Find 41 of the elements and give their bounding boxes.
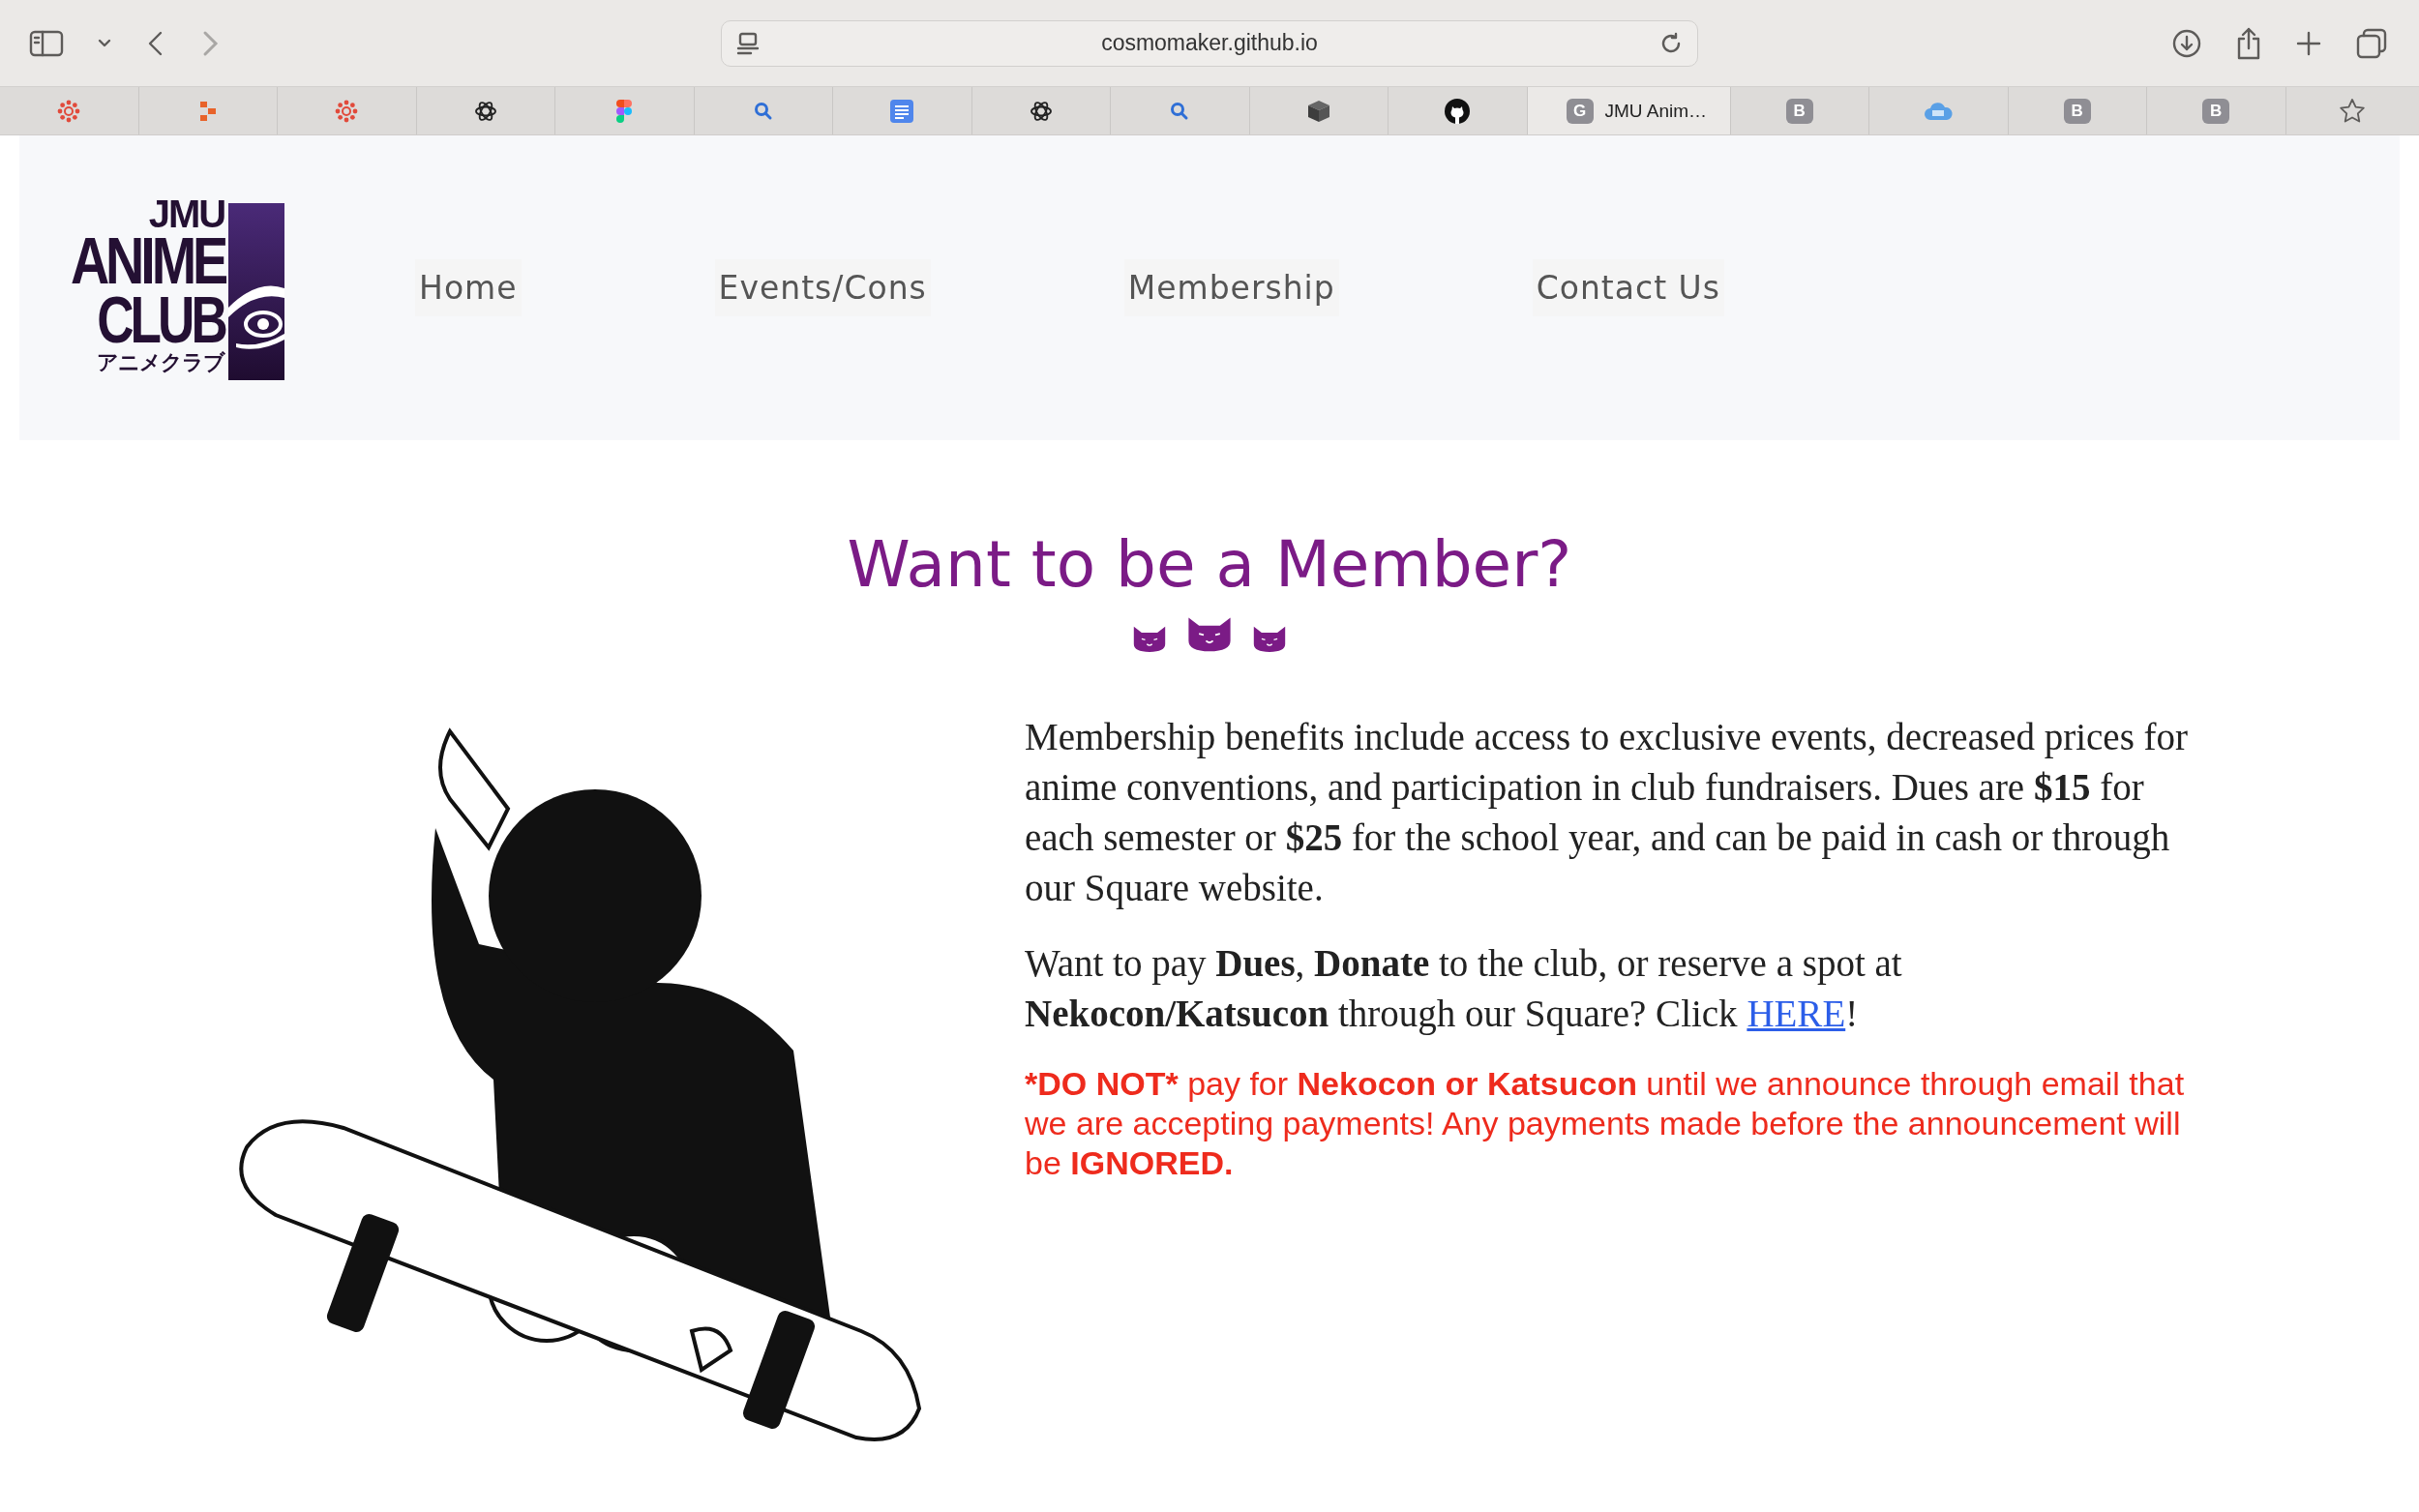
page-icon (735, 30, 761, 56)
letter-badge-icon: B (1785, 98, 1813, 124)
circle-dots-icon (334, 98, 360, 124)
blocks-icon (197, 100, 218, 122)
cat-face-icon (1186, 615, 1233, 653)
nav-link[interactable]: Events/Cons (714, 259, 931, 316)
favorites-star-icon[interactable] (2339, 97, 2367, 125)
letter-badge-icon: B (2202, 98, 2230, 124)
logo-text: ANIME (70, 230, 225, 290)
sidebar-icon[interactable] (29, 28, 64, 58)
here-link[interactable]: HERE (1747, 993, 1846, 1035)
cloud-icon (1923, 100, 1955, 122)
letter-badge-icon: G (1566, 98, 1594, 124)
address-bar[interactable]: cosmomaker.github.io (721, 19, 1698, 67)
chevron-down-icon[interactable] (97, 37, 112, 49)
search-icon (1170, 101, 1190, 121)
warning-notice: *DO NOT* pay for Nekocon or Katsucon until we announce through email that we are accepting payments! Any payments made before the announcement will be IGNORED. (1025, 1064, 2186, 1184)
body-paragraph: Membership benefits include access to exclusive events, decreased prices for anime conventions, and participation in club fundraisers. Dues are $15 for each semester or $25 for the school year, and can be paid in cash or through our Square website. (1025, 715, 2190, 911)
nav-link[interactable]: Home (415, 259, 522, 316)
cube-icon (1305, 98, 1331, 124)
download-icon[interactable] (2171, 27, 2202, 59)
logo-text: JMU (148, 195, 225, 231)
logo-text: CLUB (97, 289, 225, 349)
cat-face-icon (1132, 624, 1167, 653)
nav-link[interactable]: Membership (1123, 259, 1339, 316)
url-text: cosmomaker.github.io (1100, 30, 1319, 56)
document-icon (889, 98, 915, 124)
body-paragraph: Want to pay Dues, Donate to the club, or reserve a spot at Nekocon/Katsucon through our Square? Click HERE! (1025, 941, 1903, 1037)
circle-dots-icon (56, 98, 82, 124)
search-icon (753, 101, 773, 121)
figma-icon (616, 99, 633, 123)
page-heading: Want to be a Member? (846, 527, 1573, 602)
cat-face-icon (1252, 624, 1287, 653)
browser-tab[interactable]: G JMU Anim… (1527, 87, 1731, 134)
github-icon (1444, 97, 1472, 125)
letter-badge-icon: B (2063, 98, 2091, 124)
new-tab-icon[interactable] (2295, 29, 2322, 57)
nav-link[interactable]: Contact Us (1532, 259, 1724, 316)
share-icon[interactable] (2235, 25, 2262, 61)
tab-overview-icon[interactable] (2355, 26, 2388, 60)
logo-katakana: アニメクラブ (97, 352, 225, 372)
